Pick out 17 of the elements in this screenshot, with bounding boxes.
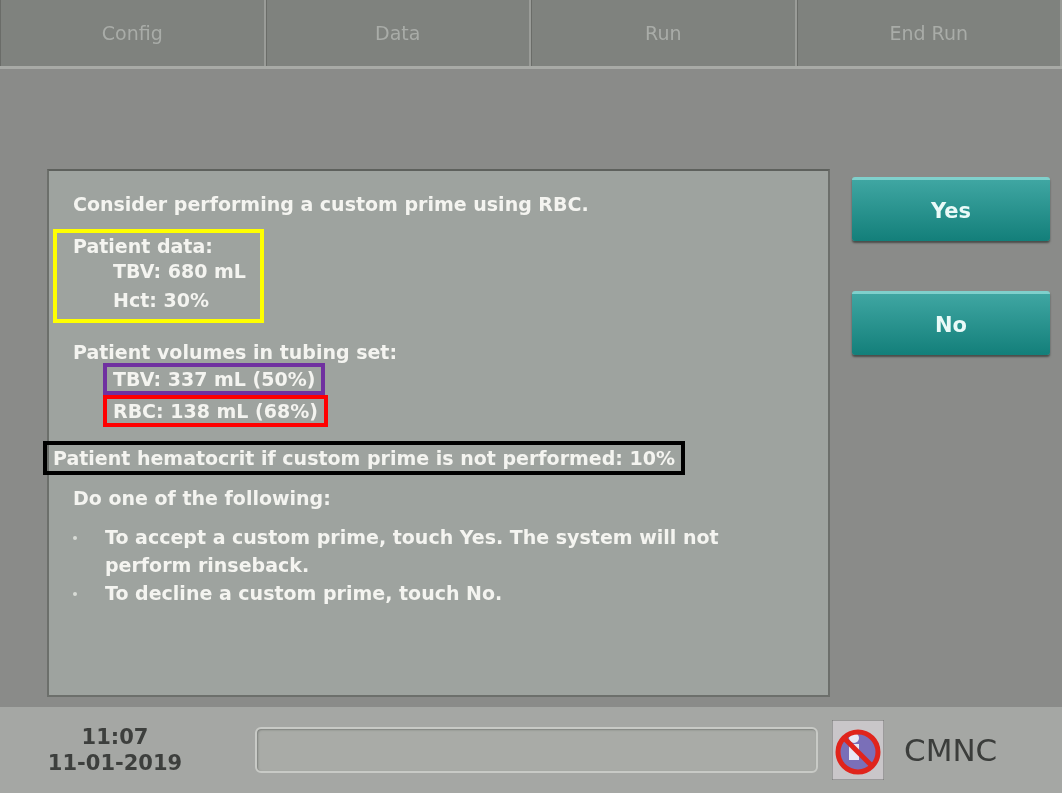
bullet-text: To decline a custom prime, touch No. <box>105 581 503 606</box>
section-heading: Patient volumes in tubing set: <box>73 341 398 363</box>
section-heading: Patient data: <box>73 235 213 257</box>
date-text: 11-01-2019 <box>47 750 183 776</box>
answer-button[interactable]: Yes <box>852 177 1050 241</box>
bullet-icon <box>73 592 77 596</box>
data-line: TBV: 680 mL <box>113 259 246 284</box>
no-person-icon <box>832 720 884 780</box>
data-line: Hct: 30% <box>113 288 209 313</box>
mode-label: CMNC <box>904 732 998 768</box>
message-text: Consider performing a custom prime using RBC. <box>73 193 589 215</box>
time-text: 11:07 <box>81 724 149 750</box>
hematocrit-text: Patient hematocrit if custom prime is not performed: 10% <box>43 441 685 475</box>
bullet-text: To accept a custom prime, touch Yes. The system will not perform rinseback. <box>105 525 720 578</box>
instruction-text: Do one of the following: <box>73 487 331 509</box>
bullet-icon <box>73 536 77 540</box>
answer-button[interactable]: No <box>852 291 1050 355</box>
